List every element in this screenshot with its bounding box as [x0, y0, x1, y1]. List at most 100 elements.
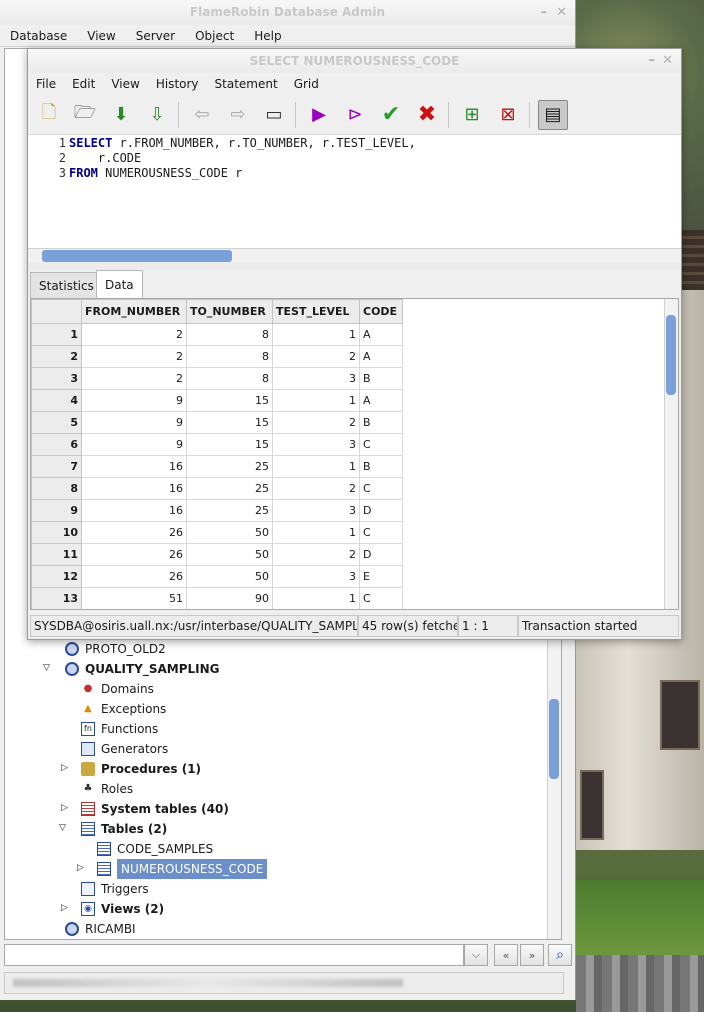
table-row[interactable]: 12 26 50 3 E [31, 565, 403, 588]
table-cell[interactable]: D [359, 499, 403, 522]
tree-scroll-thumb[interactable] [549, 699, 559, 779]
table-cell[interactable]: 8 [186, 345, 273, 368]
collapse-arrow-icon[interactable]: ▽ [43, 663, 53, 673]
table-cell[interactable]: 25 [186, 499, 273, 522]
history-book-icon[interactable]: ▭ [259, 100, 289, 130]
save-icon[interactable]: ⬇ [106, 100, 136, 130]
open-icon[interactable]: 🗁 [70, 100, 100, 130]
table-cell[interactable]: D [359, 543, 403, 566]
menu-history[interactable]: History [148, 77, 207, 91]
tree-item-proto-old2[interactable]: PROTO_OLD2 [65, 639, 166, 659]
table-cell[interactable]: 50 [186, 543, 273, 566]
expand-arrow-icon[interactable]: ▷ [61, 763, 71, 773]
menu-grid[interactable]: Grid [286, 77, 327, 91]
table-cell[interactable]: E [359, 565, 403, 588]
tree-item-procedures[interactable]: Procedures (1) [81, 759, 201, 779]
table-cell[interactable]: C [359, 433, 403, 456]
table-cell[interactable]: 1 [272, 587, 360, 609]
table-cell[interactable]: 2 [272, 477, 360, 500]
table-cell[interactable]: 3 [272, 433, 360, 456]
toggle-layout-icon[interactable]: ▤ [538, 99, 568, 130]
expand-arrow-icon[interactable]: ▷ [61, 903, 71, 913]
table-cell[interactable]: 16 [81, 455, 187, 478]
table-cell[interactable]: 16 [81, 499, 187, 522]
menu-database[interactable]: Database [0, 29, 77, 43]
table-row[interactable]: 7 16 25 1 B [31, 455, 403, 478]
expand-arrow-icon[interactable]: ▷ [77, 863, 87, 873]
tree-item-triggers[interactable]: Triggers [81, 879, 149, 899]
search-previous-icon[interactable]: « [494, 944, 518, 966]
table-cell[interactable]: C [359, 477, 403, 500]
execute-icon[interactable]: ▶ [304, 100, 334, 130]
grid-vertical-scrollbar[interactable] [664, 299, 678, 609]
commit-icon[interactable]: ✔ [376, 100, 406, 130]
table-cell[interactable]: 2 [81, 345, 187, 368]
table-cell[interactable]: B [359, 411, 403, 434]
table-cell[interactable]: 50 [186, 565, 273, 588]
collapse-arrow-icon[interactable]: ▽ [59, 823, 69, 833]
table-cell[interactable]: 2 [272, 411, 360, 434]
tree-item-generators[interactable]: Generators [81, 739, 168, 759]
table-cell[interactable]: 15 [186, 433, 273, 456]
tree-item-system-tables[interactable]: System tables (40) [81, 799, 229, 819]
table-row[interactable]: 8 16 25 2 C [31, 477, 403, 500]
table-cell[interactable]: 25 [186, 455, 273, 478]
history-forward-icon[interactable]: ⇨ [223, 100, 253, 130]
editor-horizontal-scrollbar[interactable] [28, 248, 681, 262]
menu-edit[interactable]: Edit [64, 77, 103, 91]
menu-help[interactable]: Help [244, 29, 291, 43]
table-cell[interactable]: 16 [81, 477, 187, 500]
grid-scroll-thumb[interactable] [666, 315, 676, 395]
table-cell[interactable]: 2 [81, 367, 187, 390]
table-cell[interactable]: 51 [81, 587, 187, 609]
column-header[interactable]: TEST_LEVEL [272, 299, 360, 324]
table-cell[interactable]: 3 [272, 367, 360, 390]
table-cell[interactable]: 2 [81, 323, 187, 346]
tab-statistics[interactable]: Statistics [30, 272, 103, 298]
table-row[interactable]: 6 9 15 3 C [31, 433, 403, 456]
table-cell[interactable]: B [359, 367, 403, 390]
table-cell[interactable]: A [359, 389, 403, 412]
table-cell[interactable]: 25 [186, 477, 273, 500]
table-row[interactable]: 13 51 90 1 C [31, 587, 403, 609]
table-row[interactable]: 9 16 25 3 D [31, 499, 403, 522]
table-cell[interactable]: 9 [81, 411, 187, 434]
table-cell[interactable]: 15 [186, 411, 273, 434]
table-cell[interactable]: 2 [272, 345, 360, 368]
tree-item-numerousness-code[interactable]: NUMEROUSNESS_CODE [97, 859, 268, 879]
table-cell[interactable]: 15 [186, 389, 273, 412]
minimize-icon[interactable]: – [541, 0, 548, 25]
close-icon[interactable]: ✕ [662, 49, 673, 73]
table-cell[interactable]: 26 [81, 565, 187, 588]
menu-statement[interactable]: Statement [207, 77, 286, 91]
table-cell[interactable]: 26 [81, 521, 187, 544]
table-cell[interactable]: 3 [272, 565, 360, 588]
table-cell[interactable]: 50 [186, 521, 273, 544]
tree-item-domains[interactable]: ● Domains [81, 679, 154, 699]
table-row[interactable]: 4 9 15 1 A [31, 389, 403, 412]
table-cell[interactable]: 2 [272, 543, 360, 566]
insert-row-icon[interactable]: ⊞ [457, 100, 487, 130]
table-cell[interactable]: 8 [186, 367, 273, 390]
tree-item-tables[interactable]: Tables (2) [81, 819, 167, 839]
table-row[interactable]: 3283B [31, 367, 403, 390]
execute-plan-icon[interactable]: ⊳ [340, 100, 370, 130]
table-cell[interactable]: 90 [186, 587, 273, 609]
column-header[interactable]: FROM_NUMBER [81, 299, 187, 324]
rollback-icon[interactable]: ✖ [412, 100, 442, 130]
table-cell[interactable]: 8 [186, 323, 273, 346]
menu-server[interactable]: Server [126, 29, 185, 43]
save-as-icon[interactable]: ⇩ [142, 100, 172, 130]
table-cell[interactable]: 1 [272, 323, 360, 346]
table-cell[interactable]: A [359, 345, 403, 368]
search-icon[interactable]: ⌕ [548, 944, 572, 966]
tree-item-functions[interactable]: fn Functions [81, 719, 158, 739]
minimize-icon[interactable]: – [649, 49, 656, 73]
new-icon[interactable]: 🗋 [34, 100, 64, 130]
table-row[interactable]: 2282A [31, 345, 403, 368]
table-cell[interactable]: 26 [81, 543, 187, 566]
tree-item-code-samples[interactable]: CODE_SAMPLES [97, 839, 213, 859]
table-cell[interactable]: 9 [81, 433, 187, 456]
table-row[interactable]: 11 26 50 2 D [31, 543, 403, 566]
table-cell[interactable]: A [359, 323, 403, 346]
